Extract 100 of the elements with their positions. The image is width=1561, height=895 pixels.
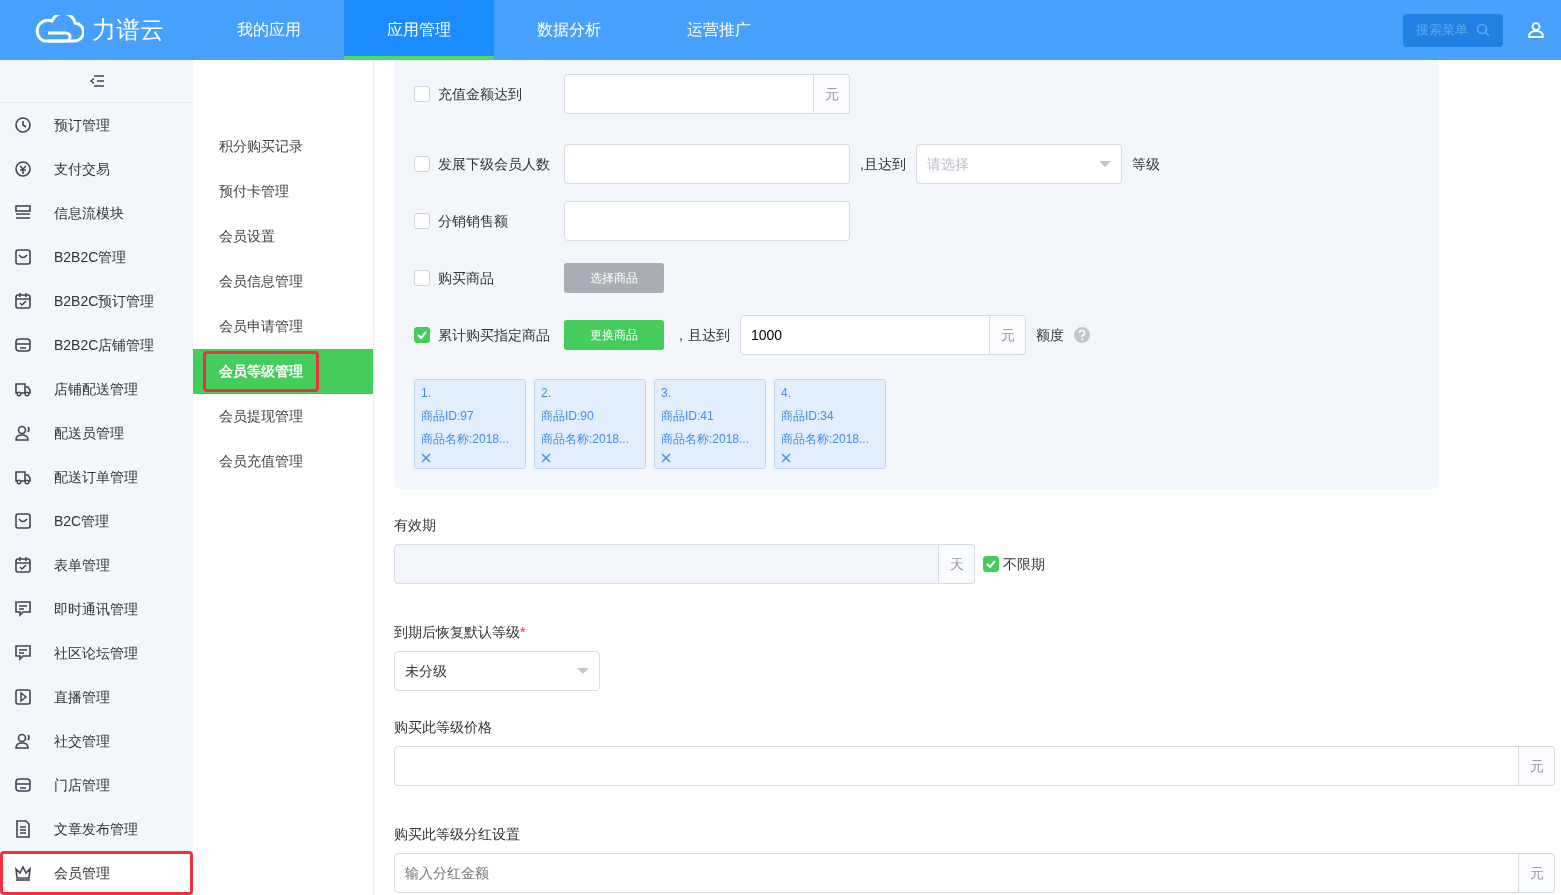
product-id: 商品ID:90 bbox=[541, 408, 595, 425]
sidebar-item[interactable]: 社区论坛管理 bbox=[0, 631, 193, 675]
condition-label: 累计购买指定商品 bbox=[438, 325, 550, 345]
search-icon bbox=[1476, 23, 1490, 37]
sidebar-item[interactable]: 店铺配送管理 bbox=[0, 367, 193, 411]
cloud-logo-icon bbox=[34, 15, 84, 45]
checkbox[interactable] bbox=[414, 270, 430, 286]
list-icon bbox=[14, 204, 32, 222]
sidebar-item[interactable]: 支付交易 bbox=[0, 147, 193, 191]
sidebar-item[interactable]: B2B2C管理 bbox=[0, 235, 193, 279]
select-field[interactable]: 未分级 bbox=[394, 651, 600, 691]
unit-label: 元 bbox=[814, 74, 850, 114]
input-field[interactable] bbox=[394, 746, 1519, 786]
input-field[interactable] bbox=[564, 74, 814, 114]
person-icon bbox=[14, 424, 32, 442]
submenu-item[interactable]: 会员信息管理 bbox=[193, 259, 373, 304]
sidebar-item[interactable]: B2C管理 bbox=[0, 499, 193, 543]
condition-label: 发展下级会员人数 bbox=[438, 154, 550, 174]
submenu-item[interactable]: 会员提现管理 bbox=[193, 394, 373, 439]
close-icon[interactable] bbox=[421, 453, 431, 463]
bag-icon bbox=[14, 512, 32, 530]
field-label: 购买此等级价格 bbox=[394, 718, 493, 737]
check-icon bbox=[986, 560, 996, 568]
unit-label: 元 bbox=[1519, 853, 1555, 893]
chat-icon bbox=[14, 644, 32, 662]
submenu-item[interactable]: 会员申请管理 bbox=[193, 304, 373, 349]
caret-icon bbox=[577, 667, 589, 675]
sidebar-item[interactable]: 社交管理 bbox=[0, 719, 193, 763]
input-field[interactable]: 输入分红金额 bbox=[394, 853, 1519, 893]
sidebar-item[interactable]: 文章发布管理 bbox=[0, 807, 193, 851]
unit-label: 元 bbox=[1519, 746, 1555, 786]
field-label: 有效期 bbox=[394, 516, 437, 535]
field-label: 到期后恢复默认等级 bbox=[394, 623, 520, 642]
person-icon bbox=[14, 732, 32, 750]
document-icon bbox=[14, 820, 32, 838]
submenu-item[interactable]: 积分购买记录 bbox=[193, 124, 373, 169]
close-icon[interactable] bbox=[541, 453, 551, 463]
product-number: 3. bbox=[661, 385, 672, 402]
truck-icon bbox=[14, 380, 32, 398]
clock-icon bbox=[14, 116, 32, 134]
input-field[interactable] bbox=[564, 201, 850, 241]
calendar-icon bbox=[14, 556, 32, 574]
product-id: 商品ID:97 bbox=[421, 408, 475, 425]
chat-icon bbox=[14, 600, 32, 618]
field-text: ，且达到 bbox=[674, 325, 730, 345]
product-number: 1. bbox=[421, 385, 432, 402]
sidebar-item[interactable]: 即时通讯管理 bbox=[0, 587, 193, 631]
product-id: 商品ID:41 bbox=[661, 408, 715, 425]
required-mark: * bbox=[520, 623, 526, 642]
submenu-item[interactable]: 会员充值管理 bbox=[193, 439, 373, 484]
submenu-item[interactable]: 会员设置 bbox=[193, 214, 373, 259]
unit-label: 元 bbox=[990, 315, 1026, 355]
sidebar-item[interactable]: 信息流模块 bbox=[0, 191, 193, 235]
sidebar-item[interactable]: B2B2C预订管理 bbox=[0, 279, 193, 323]
checkbox[interactable] bbox=[414, 156, 430, 172]
condition-label: 分销销售额 bbox=[438, 211, 508, 231]
coin-icon bbox=[14, 160, 32, 178]
caret-icon bbox=[1098, 160, 1111, 168]
field-text: ,且达到 bbox=[860, 154, 906, 174]
play-icon bbox=[14, 688, 32, 706]
help-icon[interactable] bbox=[1074, 327, 1090, 343]
checkbox[interactable] bbox=[414, 213, 430, 229]
submenu-item[interactable]: 预付卡管理 bbox=[193, 169, 373, 214]
condition-label: 充值金额达到 bbox=[438, 84, 522, 104]
checkbox[interactable] bbox=[414, 86, 430, 102]
sidebar-item[interactable]: 配送订单管理 bbox=[0, 455, 193, 499]
field-text: 等级 bbox=[1131, 154, 1160, 174]
checkbox[interactable] bbox=[414, 327, 430, 343]
user-icon[interactable] bbox=[1527, 21, 1545, 39]
product-name: 商品名称:2018... bbox=[541, 431, 631, 448]
calendar-icon bbox=[14, 292, 32, 310]
sidebar-item[interactable]: 表单管理 bbox=[0, 543, 193, 587]
sidebar-item[interactable]: 预订管理 bbox=[0, 103, 193, 147]
check-icon bbox=[417, 331, 427, 339]
close-icon[interactable] bbox=[661, 453, 671, 463]
sidebar-item[interactable]: 会员管理 bbox=[0, 851, 193, 895]
truck-icon bbox=[14, 468, 32, 486]
product-number: 4. bbox=[781, 385, 792, 402]
logo-text: 力谱云 bbox=[92, 15, 164, 45]
input-field[interactable] bbox=[564, 144, 850, 184]
sidebar-item[interactable]: B2B2C店铺管理 bbox=[0, 323, 193, 367]
product-name: 商品名称:2018... bbox=[781, 431, 871, 448]
product-number: 2. bbox=[541, 385, 552, 402]
sidebar-item[interactable]: 门店管理 bbox=[0, 763, 193, 807]
store-icon bbox=[14, 776, 32, 794]
field-text: 额度 bbox=[1036, 325, 1064, 345]
sidebar-item[interactable]: 直播管理 bbox=[0, 675, 193, 719]
crown-icon bbox=[14, 864, 32, 882]
input-field[interactable]: 1000 bbox=[740, 315, 990, 355]
collapse-menu-icon[interactable] bbox=[88, 74, 105, 88]
sidebar-item[interactable]: 配送员管理 bbox=[0, 411, 193, 455]
store-icon bbox=[14, 336, 32, 354]
field-label: 购买此等级分红设置 bbox=[394, 825, 521, 844]
condition-label: 购买商品 bbox=[438, 268, 494, 288]
checkbox-label: 不限期 bbox=[1003, 554, 1045, 574]
product-id: 商品ID:34 bbox=[781, 408, 835, 425]
close-icon[interactable] bbox=[781, 453, 791, 463]
product-name: 商品名称:2018... bbox=[421, 431, 511, 448]
bag-icon bbox=[14, 248, 32, 266]
product-name: 商品名称:2018... bbox=[661, 431, 751, 448]
